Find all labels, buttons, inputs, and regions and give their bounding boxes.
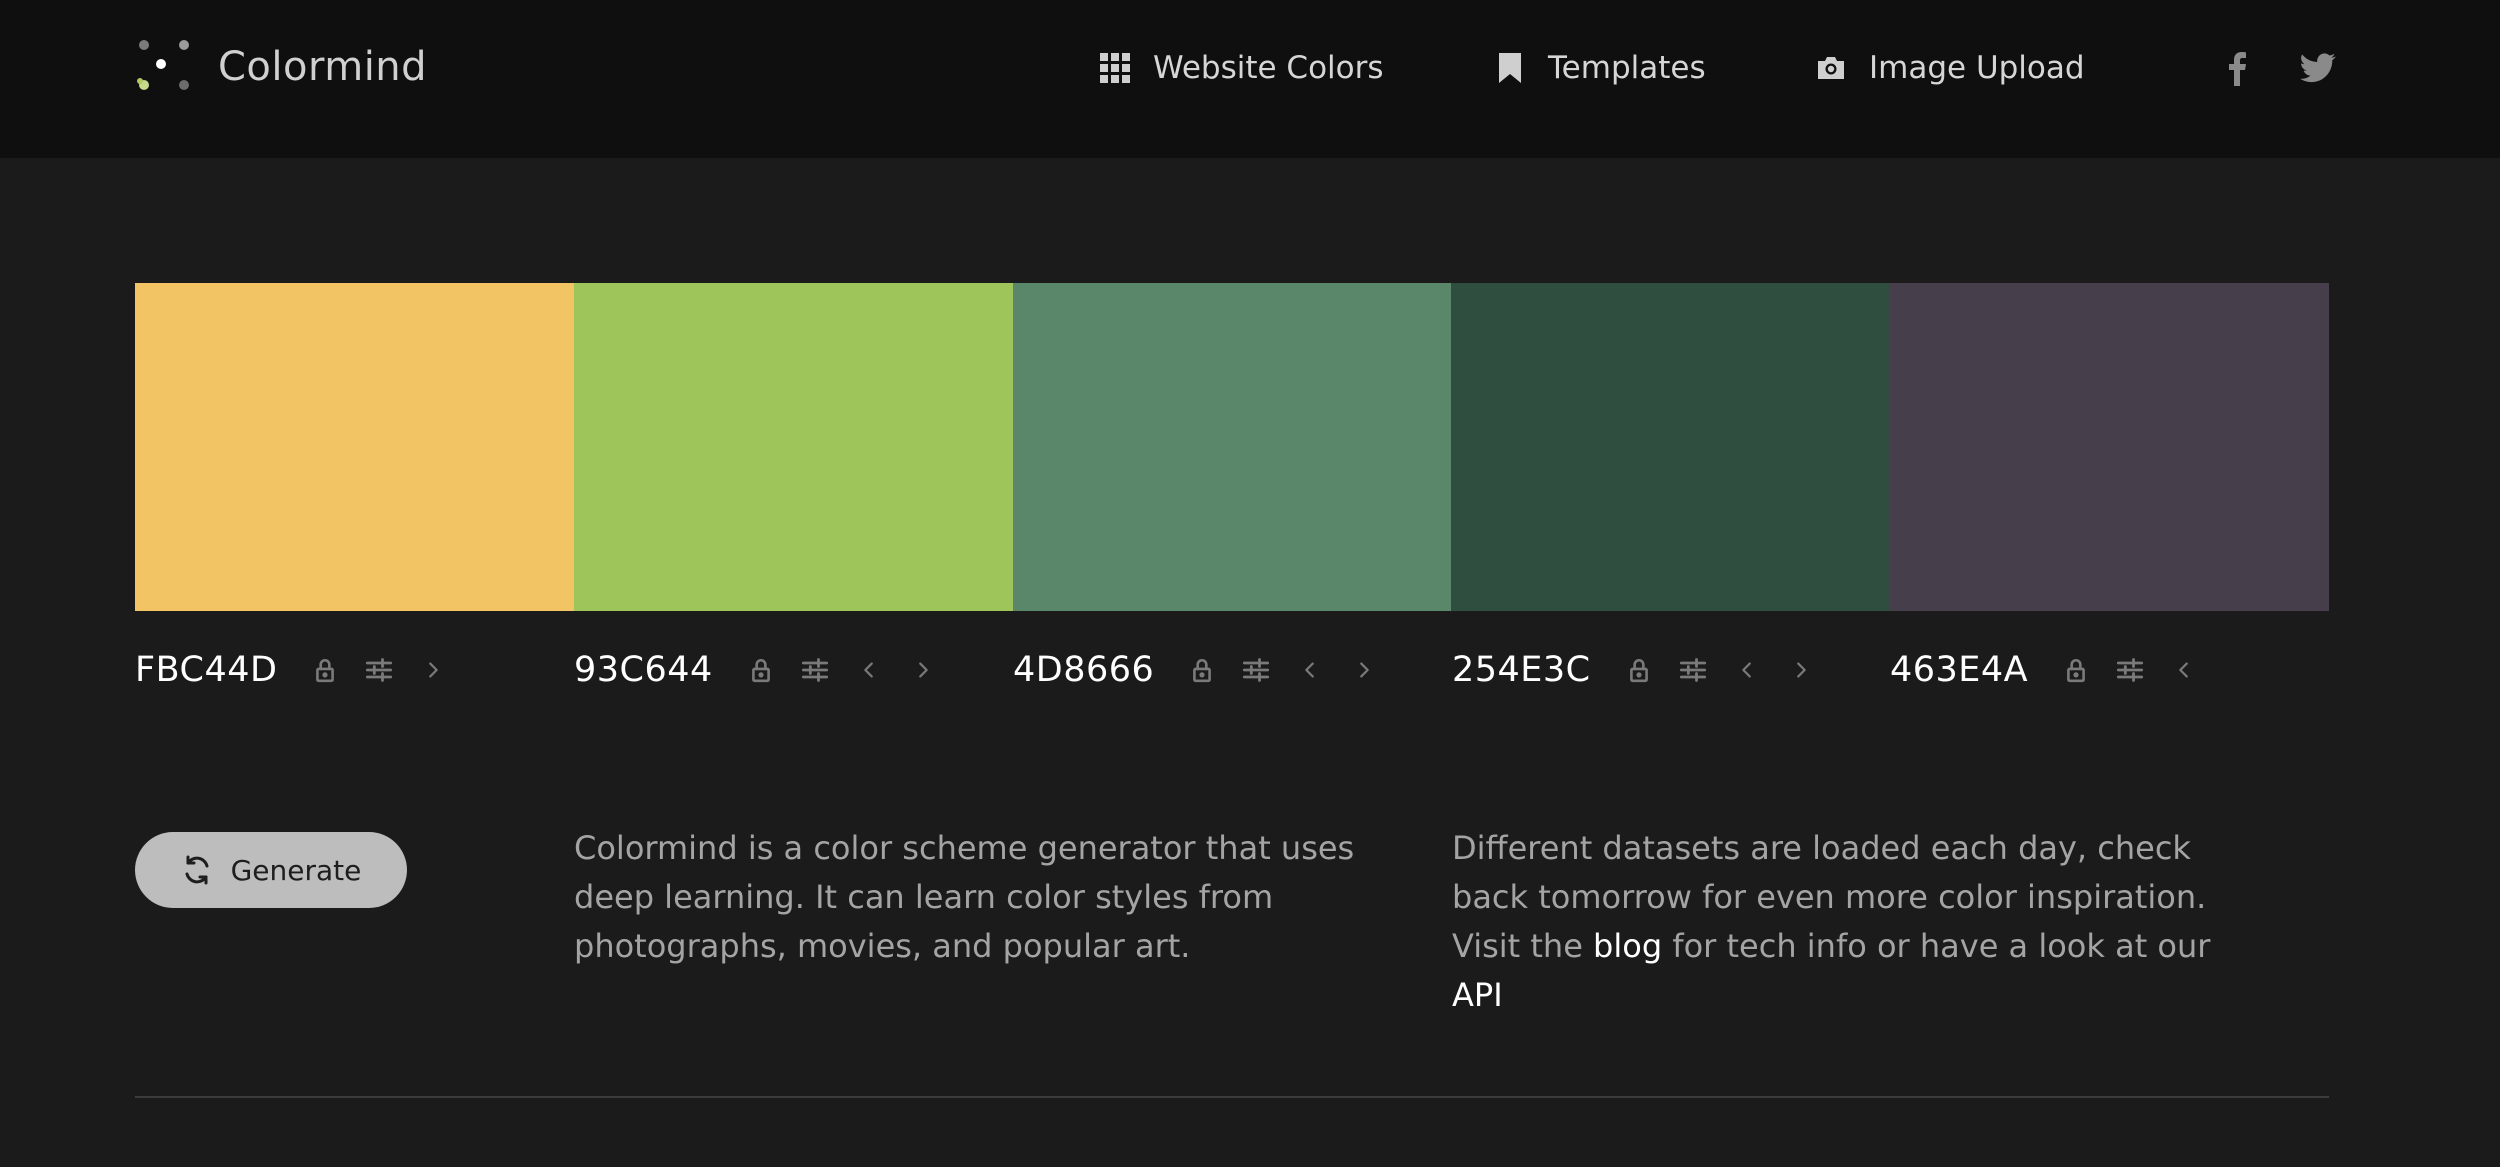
about-text: Colormind is a color scheme generator th… [574,829,1355,965]
swatch-controls-3: 4D8666 [1013,640,1382,700]
hex-code[interactable]: 93C644 [574,650,713,690]
nav-templates[interactable]: Templates [1494,42,1706,94]
section-divider [135,1096,2329,1098]
nav-label: Website Colors [1153,50,1384,86]
generate-label: Generate [230,853,362,887]
nav-image-upload[interactable]: Image Upload [1815,42,2085,94]
chevron-right-icon[interactable] [1346,652,1382,688]
lock-icon[interactable] [1621,652,1657,688]
brand-name: Colormind [218,44,428,90]
chevron-left-icon[interactable] [1292,652,1328,688]
swatch-controls-4: 254E3C [1452,640,1819,700]
swatch-controls-5: 463E4A [1890,640,2202,700]
hex-code[interactable]: 254E3C [1452,650,1591,690]
chevron-right-icon[interactable] [1783,652,1819,688]
hex-code[interactable]: 463E4A [1890,650,2028,690]
color-swatch-1[interactable] [135,283,574,611]
color-swatch-4[interactable] [1451,283,1891,611]
info-text-middle: for tech info or have a look at our [1662,927,2211,965]
lock-icon[interactable] [743,652,779,688]
adjust-sliders-icon[interactable] [2112,652,2148,688]
adjust-sliders-icon[interactable] [361,652,397,688]
api-link[interactable]: API [1452,976,1503,1014]
generate-button[interactable]: Generate [135,832,407,908]
twitter-icon [2300,53,2336,83]
chevron-left-icon[interactable] [2166,652,2202,688]
color-swatch-2[interactable] [573,283,1013,611]
swatch-controls-2: 93C644 [574,640,941,700]
lock-icon[interactable] [1184,652,1220,688]
chevron-right-icon[interactable] [905,652,941,688]
grid-icon [1100,53,1130,83]
bookmark-icon [1499,53,1521,83]
colormind-logo-icon [137,40,189,90]
lock-icon[interactable] [307,652,343,688]
adjust-sliders-icon[interactable] [1238,652,1274,688]
color-palette [135,283,2329,611]
nav-website-colors[interactable]: Website Colors [1099,42,1384,94]
chevron-left-icon[interactable] [1729,652,1765,688]
color-swatch-5[interactable] [1890,283,2329,611]
nav-label: Templates [1548,50,1706,86]
refresh-icon [185,855,209,885]
chevron-right-icon[interactable] [415,652,451,688]
top-navigation-bar: Colormind Website Colors Templates Image… [0,0,2500,158]
adjust-sliders-icon[interactable] [797,652,833,688]
camera-icon [1818,57,1844,79]
info-text: Different datasets are loaded each day, … [1452,824,2252,1020]
hex-code[interactable]: FBC44D [135,650,277,690]
swatch-controls-1: FBC44D [135,640,451,700]
blog-link[interactable]: blog [1593,927,1662,965]
chevron-left-icon[interactable] [851,652,887,688]
hex-code[interactable]: 4D8666 [1013,650,1154,690]
color-swatch-3[interactable] [1012,283,1452,611]
adjust-sliders-icon[interactable] [1675,652,1711,688]
facebook-icon [2229,52,2246,86]
nav-label: Image Upload [1869,50,2085,86]
twitter-link[interactable] [2296,46,2340,90]
lock-icon[interactable] [2058,652,2094,688]
facebook-link[interactable] [2215,46,2259,90]
brand-logo-link[interactable]: Colormind [134,38,427,96]
